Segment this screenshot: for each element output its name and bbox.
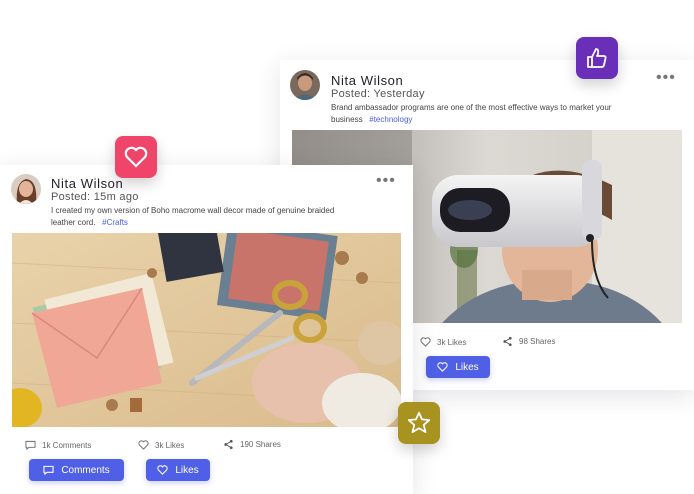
likes-label: 3k Likes	[155, 440, 185, 450]
post-text-body: I created my own version of Boho macrome…	[51, 206, 335, 227]
post-image	[12, 233, 401, 427]
comments-button[interactable]: Comments	[29, 459, 124, 481]
shares-count[interactable]: 190 Shares	[223, 439, 281, 450]
star-badge	[398, 402, 440, 444]
comments-label: 1k Comments	[42, 440, 92, 450]
author-name[interactable]: Nita Wilson	[51, 176, 123, 191]
shares-label: 190 Shares	[240, 440, 281, 449]
hashtag-link[interactable]: #Crafts	[102, 218, 128, 227]
like-button-label: Likes	[455, 361, 479, 373]
author-name[interactable]: Nita Wilson	[331, 73, 403, 88]
like-button-label: Likes	[175, 464, 199, 476]
likes-label: 3k Likes	[437, 337, 467, 347]
heart-outline-icon	[437, 362, 448, 372]
more-dots-icon[interactable]: •••	[656, 70, 676, 86]
comments-button-label: Comments	[61, 464, 110, 476]
post-time: Posted: 15m ago	[51, 191, 139, 203]
post-time: Posted: Yesterday	[331, 88, 425, 100]
share-icon	[224, 439, 233, 450]
avatar[interactable]	[11, 174, 41, 204]
more-dots-icon[interactable]: •••	[376, 173, 396, 189]
likes-count[interactable]: 3k Likes	[420, 337, 466, 347]
like-button[interactable]: Likes	[426, 356, 490, 378]
shares-count[interactable]: 98 Shares	[502, 336, 555, 347]
avatar[interactable]	[290, 70, 320, 100]
comments-count[interactable]: 1k Comments	[25, 440, 91, 450]
share-icon	[503, 336, 512, 347]
post-text: Brand ambassador programs are one of the…	[331, 102, 621, 126]
likes-count[interactable]: 3k Likes	[138, 440, 184, 450]
heart-badge	[115, 136, 157, 178]
post-text: I created my own version of Boho macrome…	[51, 205, 351, 229]
thumbs-up-icon	[587, 48, 607, 68]
comment-icon	[25, 440, 36, 450]
hashtag-link[interactable]: #technology	[369, 115, 412, 124]
star-icon	[407, 411, 431, 433]
shares-label: 98 Shares	[519, 337, 556, 346]
heart-outline-icon	[138, 440, 149, 450]
like-button[interactable]: Likes	[146, 459, 210, 481]
thumbs-up-badge	[576, 37, 618, 79]
heart-outline-icon	[420, 337, 431, 347]
heart-icon	[124, 146, 148, 168]
comment-icon	[43, 465, 54, 475]
heart-outline-icon	[157, 465, 168, 475]
post-card-crafts: Nita Wilson Posted: 15m ago I created my…	[0, 165, 413, 494]
